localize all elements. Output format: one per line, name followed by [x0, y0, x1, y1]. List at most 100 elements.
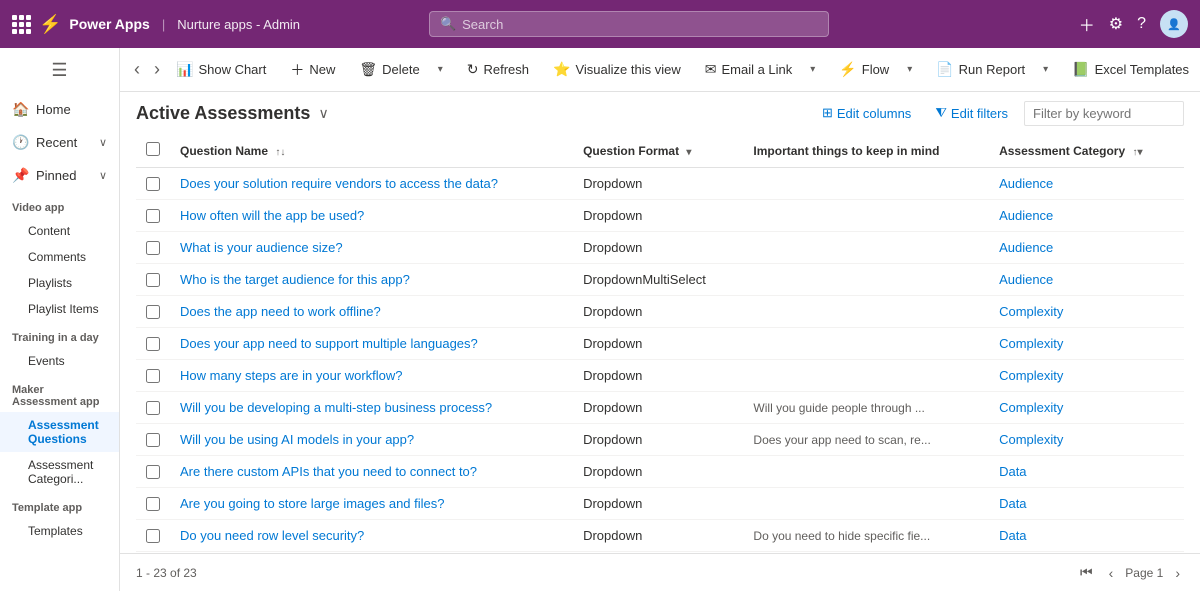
help-icon[interactable]: ?: [1137, 15, 1146, 33]
question-name-link[interactable]: Does your app need to support multiple l…: [180, 336, 478, 351]
name-sort-icon[interactable]: ↑↓: [275, 147, 285, 158]
sidebar-item-content[interactable]: Content: [0, 218, 119, 244]
category-link[interactable]: Data: [999, 496, 1026, 511]
category-link[interactable]: Data: [999, 528, 1026, 543]
back-button[interactable]: ‹: [128, 55, 146, 84]
excel-templates-icon: 📗: [1072, 61, 1089, 78]
menu-toggle[interactable]: ☰: [0, 48, 119, 93]
new-button[interactable]: ＋ New: [282, 54, 343, 86]
col-header-important: Important things to keep in mind: [743, 134, 989, 168]
cell-question-name: How many steps are in your workflow?: [170, 360, 573, 392]
category-link[interactable]: Audience: [999, 240, 1053, 255]
category-link[interactable]: Complexity: [999, 368, 1063, 383]
cell-question-name: Does your solution require vendors to ac…: [170, 168, 573, 200]
question-name-link[interactable]: What is your audience size?: [180, 240, 343, 255]
visualize-button[interactable]: ⭐ Visualize this view: [545, 55, 689, 84]
select-all-checkbox[interactable]: [146, 142, 160, 156]
question-name-link[interactable]: Are you going to store large images and …: [180, 496, 445, 511]
category-link[interactable]: Data: [999, 464, 1026, 479]
category-link[interactable]: Complexity: [999, 336, 1063, 351]
question-name-link[interactable]: Will you be developing a multi-step busi…: [180, 400, 492, 415]
question-name-link[interactable]: Who is the target audience for this app?: [180, 272, 410, 287]
question-name-link[interactable]: Does the app need to work offline?: [180, 304, 381, 319]
row-checkbox[interactable]: [146, 529, 160, 543]
category-sort-icon[interactable]: ↑▾: [1132, 147, 1142, 158]
row-checkbox[interactable]: [146, 337, 160, 351]
email-icon: ✉: [705, 61, 717, 78]
cell-important: [743, 232, 989, 264]
sidebar-item-events[interactable]: Events: [0, 348, 119, 374]
delete-chevron[interactable]: ▾: [430, 58, 451, 81]
report-chevron[interactable]: ▾: [1035, 58, 1056, 81]
question-name-link[interactable]: Are there custom APIs that you need to c…: [180, 464, 477, 479]
chart-icon: 📊: [176, 61, 193, 78]
run-report-button[interactable]: 📄 Run Report: [928, 55, 1033, 84]
row-checkbox[interactable]: [146, 465, 160, 479]
edit-columns-icon: ⊞: [822, 105, 833, 121]
row-checkbox[interactable]: [146, 209, 160, 223]
show-chart-button[interactable]: 📊 Show Chart: [168, 55, 274, 84]
email-link-button[interactable]: ✉ Email a Link: [697, 55, 801, 84]
row-checkbox[interactable]: [146, 273, 160, 287]
row-checkbox[interactable]: [146, 369, 160, 383]
category-link[interactable]: Audience: [999, 208, 1053, 223]
edit-filters-button[interactable]: ⧨ Edit filters: [927, 100, 1016, 126]
sidebar-item-home[interactable]: 🏠 Home: [0, 93, 119, 126]
filter-keyword-input[interactable]: [1024, 101, 1184, 126]
recent-expand-icon: ∨: [99, 136, 107, 149]
category-link[interactable]: Complexity: [999, 400, 1063, 415]
waffle-icon[interactable]: [12, 15, 31, 34]
section-label-template: Template app: [0, 492, 119, 518]
brand-name: Power Apps: [69, 16, 149, 32]
sidebar-item-comments[interactable]: Comments: [0, 244, 119, 270]
row-checkbox[interactable]: [146, 401, 160, 415]
refresh-button[interactable]: ↻ Refresh: [459, 55, 537, 84]
excel-templates-button[interactable]: 📗 Excel Templates: [1064, 55, 1197, 84]
sidebar-item-recent[interactable]: 🕐 Recent ∨: [0, 126, 119, 159]
avatar[interactable]: 👤: [1160, 10, 1188, 38]
row-checkbox[interactable]: [146, 497, 160, 511]
forward-button[interactable]: ›: [148, 55, 166, 84]
format-sort-icon[interactable]: ▾: [686, 147, 691, 158]
question-name-link[interactable]: Does your solution require vendors to ac…: [180, 176, 498, 191]
search-box[interactable]: 🔍 Search: [429, 11, 829, 37]
question-name-link[interactable]: How often will the app be used?: [180, 208, 364, 223]
flow-label: Flow: [862, 62, 889, 77]
edit-columns-button[interactable]: ⊞ Edit columns: [814, 100, 919, 126]
visualize-label: Visualize this view: [575, 62, 680, 77]
cell-format: Dropdown: [573, 360, 743, 392]
row-checkbox[interactable]: [146, 241, 160, 255]
first-page-button[interactable]: ⏮: [1076, 562, 1097, 583]
email-chevron[interactable]: ▾: [802, 58, 823, 81]
sidebar-item-assessment-categories[interactable]: Assessment Categori...: [0, 452, 119, 492]
prev-page-button[interactable]: ‹: [1105, 563, 1118, 583]
settings-icon[interactable]: ⚙: [1109, 14, 1123, 34]
category-link[interactable]: Complexity: [999, 432, 1063, 447]
question-name-link[interactable]: How many steps are in your workflow?: [180, 368, 403, 383]
page-title-chevron-icon[interactable]: ∨: [318, 105, 328, 122]
assessments-table: Question Name ↑↓ Question Format ▾ Impor…: [136, 134, 1184, 553]
question-name-link[interactable]: Will you be using AI models in your app?: [180, 432, 414, 447]
question-name-link[interactable]: Do you need row level security?: [180, 528, 364, 543]
sidebar-item-templates[interactable]: Templates: [0, 518, 119, 544]
category-link[interactable]: Complexity: [999, 304, 1063, 319]
cell-format: Dropdown: [573, 328, 743, 360]
sidebar-item-playlist-items[interactable]: Playlist Items: [0, 296, 119, 322]
sidebar-item-assessment-questions[interactable]: Assessment Questions: [0, 412, 119, 452]
sidebar-item-playlists[interactable]: Playlists: [0, 270, 119, 296]
category-link[interactable]: Audience: [999, 176, 1053, 191]
sidebar-item-pinned[interactable]: 📌 Pinned ∨: [0, 159, 119, 192]
flow-button[interactable]: ⚡ Flow: [831, 55, 897, 84]
delete-button[interactable]: 🗑 Delete: [351, 55, 427, 84]
cell-important: Do you need to hide specific fie...: [743, 520, 989, 552]
row-checkbox[interactable]: [146, 433, 160, 447]
table-header-row: Question Name ↑↓ Question Format ▾ Impor…: [136, 134, 1184, 168]
category-link[interactable]: Audience: [999, 272, 1053, 287]
add-icon[interactable]: ＋: [1079, 12, 1095, 36]
flow-chevron[interactable]: ▾: [899, 58, 920, 81]
next-page-button[interactable]: ›: [1171, 563, 1184, 583]
row-checkbox[interactable]: [146, 177, 160, 191]
row-checkbox[interactable]: [146, 305, 160, 319]
cell-important: [743, 360, 989, 392]
table-body: Does your solution require vendors to ac…: [136, 168, 1184, 554]
